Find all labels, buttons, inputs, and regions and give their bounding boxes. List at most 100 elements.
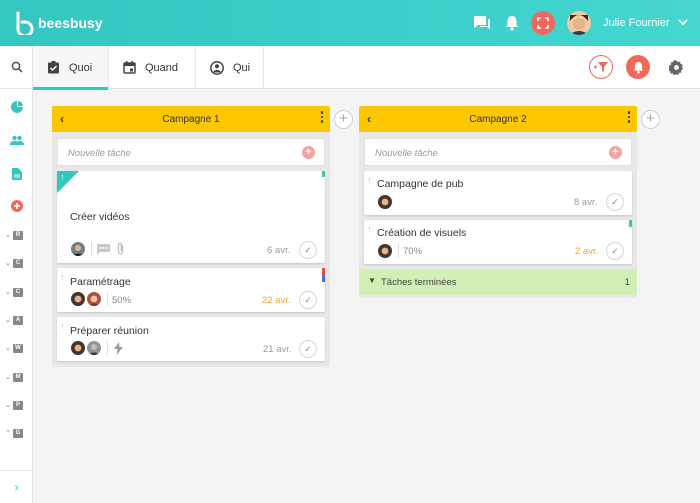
add-task-icon[interactable]: + [302, 146, 315, 159]
add-column-button[interactable]: + [641, 110, 660, 129]
complete-button[interactable]: ✓ [299, 291, 317, 309]
pie-chart-icon[interactable] [0, 98, 33, 116]
add-filter-button[interactable] [589, 55, 613, 79]
task-card[interactable]: ↑ Préparer réunion 21 avr. ✓ [57, 317, 325, 361]
arrow-up-icon: ↑ [367, 175, 372, 185]
check-icon: ✓ [304, 343, 312, 354]
chevron-down-icon: ⌄ [5, 345, 11, 352]
chevron-down-icon: ⌄ [5, 289, 11, 296]
tab-quoi[interactable]: Quoi [33, 46, 109, 90]
task-title: Préparer réunion [70, 325, 149, 337]
add-task-icon[interactable]: + [609, 146, 622, 159]
complete-button[interactable]: ✓ [606, 193, 624, 211]
chevron-down-icon: ⌄ [5, 374, 11, 381]
arrow-up-icon: ↑ [60, 321, 65, 331]
logo[interactable]: beesbusy [14, 11, 103, 35]
avatar[interactable] [378, 195, 392, 209]
status-flag [322, 171, 325, 177]
chevron-right-icon: › [14, 480, 19, 494]
filter-icon [594, 62, 608, 72]
gear-icon [668, 59, 683, 75]
avatar[interactable] [87, 341, 101, 355]
project-g[interactable]: ⌃ G [0, 426, 33, 440]
project-w[interactable]: ⌄ W [0, 341, 33, 355]
due-date: 22 avr. [262, 295, 291, 306]
complete-button[interactable]: ✓ [299, 340, 317, 358]
status-flag [322, 268, 325, 276]
complete-button[interactable]: ✓ [299, 241, 317, 259]
add-circle-icon[interactable] [0, 197, 33, 215]
task-card[interactable]: ↑ Créer vidéos 6 avr. ✓ [57, 171, 325, 263]
comment-icon[interactable] [97, 243, 110, 258]
left-sidebar: ⌄ R ⌄ C ⌄ C ⌄ A ⌄ W ⌄ M ⌄ P ⌃ G › [0, 46, 33, 503]
project-c1[interactable]: ⌄ C [0, 256, 33, 270]
add-column-button[interactable]: + [334, 110, 353, 129]
completed-tasks-toggle[interactable]: ▼ Tâches terminées 1 [359, 269, 637, 295]
chevron-down-icon: ⌄ [5, 232, 11, 239]
people-icon[interactable] [0, 131, 33, 149]
completed-tasks-label: Tâches terminées [381, 277, 457, 288]
column-title[interactable]: Campagne 1 [52, 114, 330, 125]
tab-quand[interactable]: Quand [109, 46, 196, 89]
more-vertical-icon[interactable] [320, 111, 324, 123]
chevron-down-icon[interactable] [677, 16, 689, 31]
project-p[interactable]: ⌄ P [0, 398, 33, 412]
new-task-input[interactable]: Nouvelle tâche + [57, 138, 325, 166]
avatar[interactable] [71, 341, 85, 355]
project-r[interactable]: ⌄ R [0, 228, 33, 242]
bell-icon [633, 61, 643, 73]
fullscreen-button[interactable] [531, 11, 555, 35]
task-card[interactable]: ↑ Campagne de pub 8 avr. ✓ [364, 171, 632, 215]
project-a[interactable]: ⌄ A [0, 313, 33, 327]
more-vertical-icon[interactable] [627, 111, 631, 123]
new-task-input[interactable]: Nouvelle tâche + [364, 138, 632, 166]
expand-sidebar-button[interactable]: › [0, 470, 33, 503]
avatar[interactable] [71, 292, 85, 306]
project-c2[interactable]: ⌄ C [0, 285, 33, 299]
status-flag [629, 220, 632, 227]
task-title: Paramétrage [70, 276, 131, 288]
person-circle-icon [210, 60, 224, 75]
column-campagne-2: ‹ Campagne 2 Nouvelle tâche + ↑ Campagne… [359, 106, 637, 298]
calendar-icon [123, 61, 136, 74]
due-date: 8 avr. [574, 197, 598, 208]
chevron-left-icon[interactable]: ‹ [60, 112, 64, 126]
task-card[interactable]: ↑ Création de visuels 70% 2 avr. ✓ [364, 220, 632, 264]
complete-button[interactable]: ✓ [606, 242, 624, 260]
settings-button[interactable] [667, 58, 685, 76]
project-m[interactable]: ⌄ M [0, 370, 33, 384]
bell-icon[interactable] [501, 12, 523, 34]
avatar[interactable] [71, 242, 85, 256]
check-icon: ✓ [304, 294, 312, 305]
user-name[interactable]: Julie Fournier [603, 17, 670, 29]
chevron-down-icon: ⌄ [5, 317, 11, 324]
search-icon [11, 61, 23, 73]
chat-icon[interactable] [471, 12, 493, 34]
tab-label: Qui [233, 61, 251, 74]
user-avatar[interactable] [567, 11, 591, 35]
arrow-up-icon: ↑ [60, 272, 65, 282]
task-title: Création de visuels [377, 227, 467, 239]
chevron-down-icon: ⌄ [5, 260, 11, 267]
chevron-left-icon[interactable]: ‹ [367, 112, 371, 126]
avatar[interactable] [87, 292, 101, 306]
arrow-up-icon: ↑ [60, 172, 65, 182]
task-title: Campagne de pub [377, 178, 464, 190]
attachment-icon[interactable] [116, 242, 125, 259]
progress-value: 50% [112, 295, 132, 306]
notifications-button[interactable] [626, 55, 650, 79]
task-card[interactable]: ↑ Paramétrage 50% 22 avr. ✓ [57, 268, 325, 312]
column-title[interactable]: Campagne 2 [359, 114, 637, 125]
document-icon[interactable] [0, 165, 33, 183]
status-flag [322, 276, 325, 282]
check-icon: ✓ [304, 244, 312, 255]
chevron-down-icon: ▼ [368, 276, 376, 285]
column-campagne-1: ‹ Campagne 1 Nouvelle tâche + ↑ Créer vi… [52, 106, 330, 367]
chevron-up-icon: ⌃ [5, 430, 11, 437]
fullscreen-icon [537, 17, 549, 29]
lightning-icon[interactable] [114, 342, 123, 358]
search-button[interactable] [0, 46, 33, 89]
tab-qui[interactable]: Qui [196, 46, 264, 89]
avatar[interactable] [378, 244, 392, 258]
top-bar: beesbusy Julie Fournier [0, 0, 700, 46]
